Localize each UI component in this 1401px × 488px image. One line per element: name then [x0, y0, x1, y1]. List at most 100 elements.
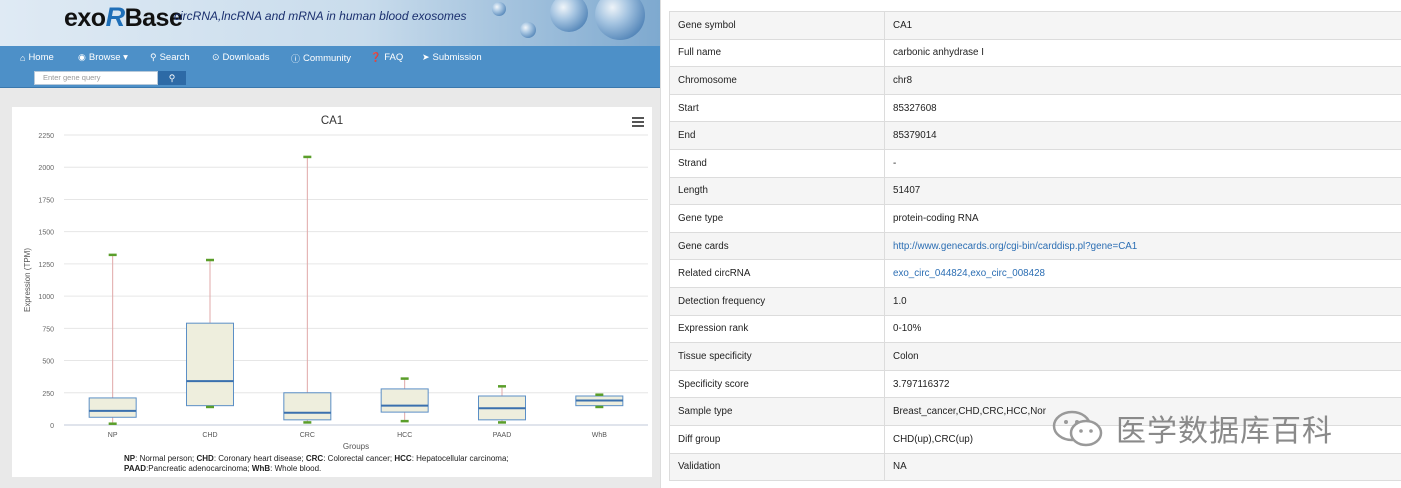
table-row: Gene type protein-coding RNA	[669, 204, 1401, 233]
y-tick-label: 750	[42, 326, 54, 333]
row-value-cell: 0-10%	[884, 314, 1401, 344]
wechat-icon	[1052, 410, 1103, 447]
row-key: Full name	[669, 38, 885, 68]
table-row: Expression rank 0-10%	[669, 314, 1401, 344]
search-icon: ⚲	[150, 52, 157, 62]
row-key: Chromosome	[669, 66, 885, 95]
row-key: Strand	[669, 148, 885, 178]
boxplot-chart: 0 250 500 750 1000 1250 1500 1750 2000 2250 Expres…	[23, 133, 648, 451]
row-value-cell: 51407	[884, 176, 1401, 206]
main-navbar: ⌂ Home ◉ Browse ▾ ⚲ Search ⊙ Downloads ⓘ Comm…	[0, 46, 660, 88]
y-tick-label: 1500	[38, 230, 54, 237]
y-axis-label: Expression (TPM)	[23, 248, 32, 312]
row-key: Related circRNA	[669, 259, 885, 288]
site-tagline: circRNA,lncRNA and mRNA in human blood e…	[174, 9, 467, 23]
row-value: chr8	[893, 74, 913, 86]
row-value-cell: protein-coding RNA	[884, 204, 1401, 233]
legend-group-desc: : Normal person;	[135, 454, 197, 463]
search-icon: ⚲	[168, 73, 176, 83]
y-tick-label: 0	[50, 423, 54, 430]
row-value-cell: NA	[884, 452, 1401, 482]
y-tick-label: 1000	[38, 294, 54, 301]
x-tick-label: CHD	[202, 432, 217, 439]
y-tick-label: 2250	[38, 133, 54, 140]
row-value-cell: 3.797116372	[884, 369, 1401, 399]
table-row: Start 85327608	[669, 93, 1401, 123]
nav-community[interactable]: ⓘ Community	[291, 52, 351, 65]
row-key: Validation	[669, 452, 885, 482]
legend-group-code: HCC	[394, 454, 412, 463]
legend-group-code: CRC	[305, 454, 324, 463]
y-tick-label: 2000	[38, 165, 54, 172]
wechat-watermark: 医学数据库百科	[1048, 406, 1333, 450]
row-key: Length	[669, 176, 885, 206]
row-value: -	[893, 157, 897, 169]
row-key: Start	[669, 93, 885, 123]
row-value: Breast_cancer,CHD,CRC,HCC,Nor	[893, 406, 1046, 418]
legend-group-desc: : Colorectal cancer;	[323, 454, 395, 463]
row-value: protein-coding RNA	[893, 212, 979, 224]
nav-community-label: Community	[303, 53, 352, 64]
table-row: Detection frequency 1.0	[669, 286, 1401, 316]
row-value-cell: 1.0	[884, 286, 1401, 316]
nav-search[interactable]: ⚲ Search	[150, 52, 190, 63]
nav-home[interactable]: ⌂ Home	[20, 52, 54, 63]
send-icon: ➤	[422, 52, 430, 62]
box	[283, 392, 332, 421]
row-value: 1.0	[893, 295, 907, 307]
row-value-cell: 85379014	[884, 121, 1401, 150]
x-tick-label: NP	[108, 432, 118, 439]
row-key: Diff group	[669, 424, 885, 454]
box	[380, 388, 429, 413]
table-row: Chromosome chr8	[669, 66, 1401, 95]
nav-downloads[interactable]: ⊙ Downloads	[212, 52, 270, 63]
row-value: carbonic anhydrase I	[893, 47, 984, 59]
exosome-bubble-icon	[550, 0, 588, 32]
screenshot-root: exoRBase circRNA,lncRNA and mRNA in huma…	[0, 0, 1401, 488]
nav-browse[interactable]: ◉ Browse ▾	[78, 52, 128, 63]
table-row: Related circRNA exo_circ_044824,exo_circ_…	[669, 259, 1401, 288]
site-logo[interactable]: exoRBase	[64, 2, 183, 33]
search-button[interactable]: ⚲	[158, 71, 186, 85]
box	[186, 322, 234, 407]
row-value: Colon	[893, 350, 919, 362]
row-key: Specificity score	[669, 369, 885, 399]
question-icon: ❓	[370, 52, 382, 62]
eye-icon: ◉	[78, 52, 86, 62]
nav-submission[interactable]: ➤ Submission	[422, 52, 482, 63]
row-key: Gene cards	[669, 231, 885, 261]
row-value-cell: exo_circ_044824,exo_circ_008428	[884, 259, 1401, 288]
nav-browse-label: Browse ▾	[88, 52, 128, 63]
row-key: Gene symbol	[669, 11, 885, 40]
row-value-link[interactable]: http://www.genecards.org/cgi-bin/carddis…	[893, 241, 1137, 252]
legend-group-code: CHD	[196, 454, 214, 463]
exosome-bubble-icon	[492, 2, 506, 16]
row-key: End	[669, 121, 885, 150]
exorbase-page: exoRBase circRNA,lncRNA and mRNA in huma…	[0, 0, 660, 488]
group-legend: NP: Normal person; CHD: Coronary heart d…	[124, 454, 509, 474]
nav-faq-label: FAQ	[384, 52, 404, 63]
legend-group-code: PAAD	[124, 464, 147, 473]
table-row: Validation NA	[669, 452, 1401, 482]
site-banner: exoRBase circRNA,lncRNA and mRNA in huma…	[0, 0, 660, 46]
x-tick-label: HCC	[397, 432, 412, 439]
table-row: Tissue specificity Colon	[669, 342, 1401, 371]
row-value-link[interactable]: exo_circ_044824,exo_circ_008428	[893, 268, 1045, 279]
x-tick-label: PAAD	[493, 432, 512, 439]
table-row: End 85379014	[669, 121, 1401, 150]
legend-group-code: WhB	[251, 464, 271, 473]
row-value: CA1	[893, 19, 913, 31]
row-value-cell: -	[884, 148, 1401, 178]
row-value: CHD(up),CRC(up)	[893, 433, 974, 445]
nav-faq[interactable]: ❓ FAQ	[370, 52, 403, 63]
table-row: Gene symbol CA1	[669, 11, 1401, 40]
table-row: Full name carbonic anhydrase I	[669, 38, 1401, 68]
logo-prefix: exo	[64, 4, 106, 32]
row-value-cell: Colon	[884, 342, 1401, 371]
row-value: 85379014	[893, 130, 937, 142]
row-value: 3.797116372	[893, 378, 950, 390]
row-key: Tissue specificity	[669, 342, 885, 371]
gene-query-input[interactable]: Enter gene query	[34, 71, 158, 85]
table-row: Gene cards http://www.genecards.org/cgi-b…	[669, 231, 1401, 261]
x-tick-label: CRC	[300, 432, 315, 439]
